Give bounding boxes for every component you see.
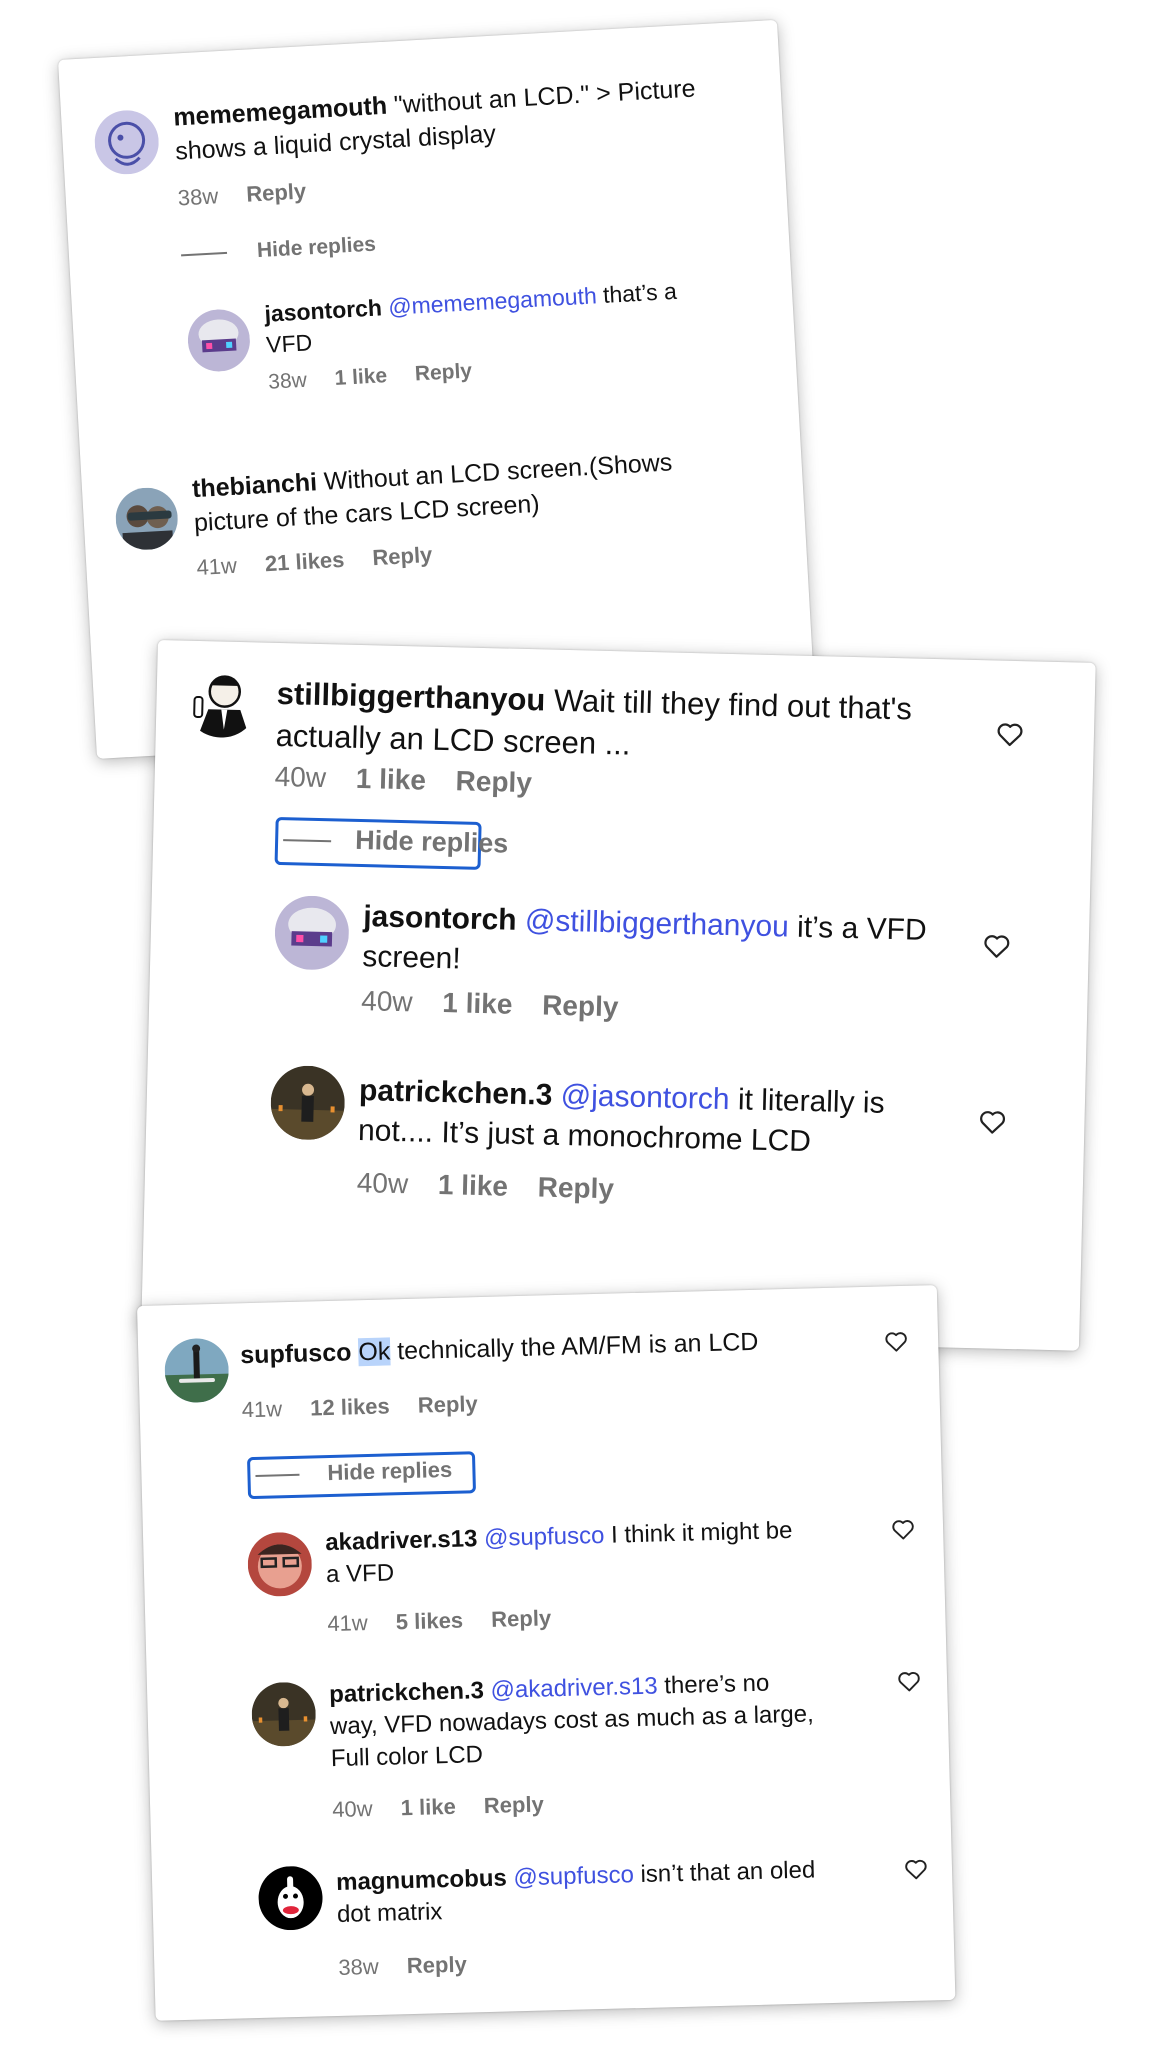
likes-count[interactable]: 1 like (438, 1169, 509, 1202)
comment-meta: 41w 12 likes Reply (241, 1391, 500, 1424)
likes-count[interactable]: 1 like (442, 987, 513, 1020)
hide-replies-label: Hide replies (354, 824, 509, 859)
timestamp: 41w (241, 1396, 283, 1423)
heart-outline-icon[interactable] (996, 721, 1025, 748)
likes-count[interactable]: 1 like (334, 364, 388, 390)
comment-meta: 41w 21 likes Reply (196, 541, 455, 581)
timestamp: 40w (274, 760, 327, 794)
likes-count[interactable]: 1 like (355, 763, 426, 796)
avatar[interactable] (163, 1337, 230, 1404)
heart-outline-icon[interactable] (978, 1108, 1007, 1135)
mention-link[interactable]: @supfusco (513, 1861, 634, 1891)
selected-text: Ok (357, 1337, 391, 1367)
reply-button[interactable]: Reply (537, 1171, 614, 1204)
timestamp: 41w (195, 552, 238, 581)
reply-button[interactable]: Reply (542, 990, 619, 1023)
heart-outline-icon[interactable] (891, 1518, 916, 1541)
heart-outline-icon[interactable] (897, 1670, 922, 1693)
reply-button[interactable]: Reply (417, 1391, 478, 1418)
avatar[interactable] (183, 662, 260, 739)
username[interactable]: jasontorch (363, 900, 517, 937)
divider (181, 252, 228, 257)
comment-body: jasontorch @mememegamouth that’s a VFD (264, 275, 687, 360)
mention-link[interactable]: @supfusco (484, 1522, 605, 1552)
comment-meta: 40w 1 like Reply (356, 1167, 636, 1206)
mention-link[interactable]: @mememegamouth (388, 282, 598, 320)
comment-meta: 38w 1 like Reply (268, 358, 495, 395)
divider (255, 1473, 300, 1478)
avatar[interactable] (250, 1681, 317, 1748)
avatar[interactable] (269, 1064, 346, 1141)
reply-button[interactable]: Reply (484, 1792, 545, 1819)
heart-outline-icon[interactable] (982, 932, 1011, 959)
username[interactable]: mememegamouth (173, 92, 388, 132)
comment-meta: 41w 5 likes Reply (327, 1605, 573, 1637)
reply-button[interactable]: Reply (407, 1952, 468, 1979)
hide-replies-button[interactable]: Hide replies (283, 823, 509, 859)
username[interactable]: magnumcobus (336, 1865, 507, 1896)
hide-replies-label: Hide replies (327, 1456, 453, 1486)
avatar[interactable] (257, 1865, 324, 1932)
timestamp: 38w (267, 368, 308, 394)
username[interactable]: jasontorch (264, 294, 383, 327)
timestamp: 41w (327, 1610, 369, 1637)
heart-outline-icon[interactable] (884, 1330, 909, 1353)
username[interactable]: stillbiggerthanyou (276, 676, 545, 718)
comment-body: thebianchi Without an LCD screen.(Shows … (191, 442, 754, 540)
avatar[interactable] (92, 108, 161, 177)
avatar[interactable] (186, 307, 252, 374)
username[interactable]: supfusco (240, 1338, 352, 1369)
mention-link[interactable]: @stillbiggerthanyou (525, 904, 790, 943)
comment-meta: 40w 1 like Reply (332, 1791, 566, 1823)
avatar[interactable] (114, 486, 180, 552)
comment-meta: 40w 1 like Reply (274, 761, 554, 800)
likes-count[interactable]: 12 likes (310, 1393, 390, 1420)
timestamp: 38w (177, 183, 219, 211)
hide-replies-button[interactable]: Hide replies (180, 233, 376, 268)
comment-body: magnumcobus @supfusco isn’t that an oled… (336, 1854, 818, 1931)
comment-body: patrickchen.3 @jasontorch it literally i… (358, 1071, 960, 1166)
comment-body: patrickchen.3 @akadriver.s13 there’s no … (329, 1666, 821, 1775)
reply-button[interactable]: Reply (414, 359, 472, 385)
likes-count[interactable]: 21 likes (264, 547, 345, 576)
mention-link[interactable]: @akadriver.s13 (490, 1673, 658, 1704)
divider (283, 838, 332, 843)
username[interactable]: thebianchi (191, 468, 317, 503)
comment-body: mememegamouth "without an LCD." > Pictur… (173, 70, 736, 168)
comment-meta: 38w Reply (338, 1951, 489, 1981)
hide-replies-button[interactable]: Hide replies (255, 1457, 452, 1488)
likes-count[interactable]: 1 like (400, 1794, 456, 1820)
username[interactable]: akadriver.s13 (325, 1525, 478, 1556)
comment-meta: 40w 1 like Reply (361, 985, 641, 1024)
comment-text: technically the AM/FM is an LCD (396, 1327, 759, 1366)
avatar[interactable] (246, 1531, 313, 1598)
comment-card-2: stillbiggerthanyou Wait till they find o… (141, 640, 1096, 1351)
heart-outline-icon[interactable] (904, 1857, 929, 1880)
comment-body: stillbiggerthanyou Wait till they find o… (275, 673, 917, 772)
reply-button[interactable]: Reply (246, 178, 307, 206)
comment-card-3: supfusco Ok technically the AM/FM is an … (137, 1285, 956, 2021)
username[interactable]: patrickchen.3 (359, 1074, 553, 1112)
comment-body: supfusco Ok technically the AM/FM is an … (240, 1324, 841, 1373)
timestamp: 40w (331, 1796, 373, 1823)
timestamp: 40w (360, 985, 413, 1018)
hide-replies-label: Hide replies (256, 232, 377, 263)
reply-button[interactable]: Reply (372, 542, 433, 570)
comment-body: akadriver.s13 @supfusco I think it might… (325, 1515, 797, 1592)
username[interactable]: patrickchen.3 (329, 1677, 484, 1708)
reply-button[interactable]: Reply (455, 765, 532, 798)
timestamp: 38w (338, 1953, 380, 1980)
reply-button[interactable]: Reply (491, 1605, 552, 1632)
mention-link[interactable]: @jasontorch (560, 1079, 730, 1116)
timestamp: 40w (356, 1167, 409, 1200)
likes-count[interactable]: 5 likes (396, 1608, 464, 1635)
comment-meta: 38w Reply (177, 177, 329, 211)
comment-body: jasontorch @stillbiggerthanyou it’s a VF… (362, 897, 944, 992)
avatar[interactable] (273, 894, 350, 971)
